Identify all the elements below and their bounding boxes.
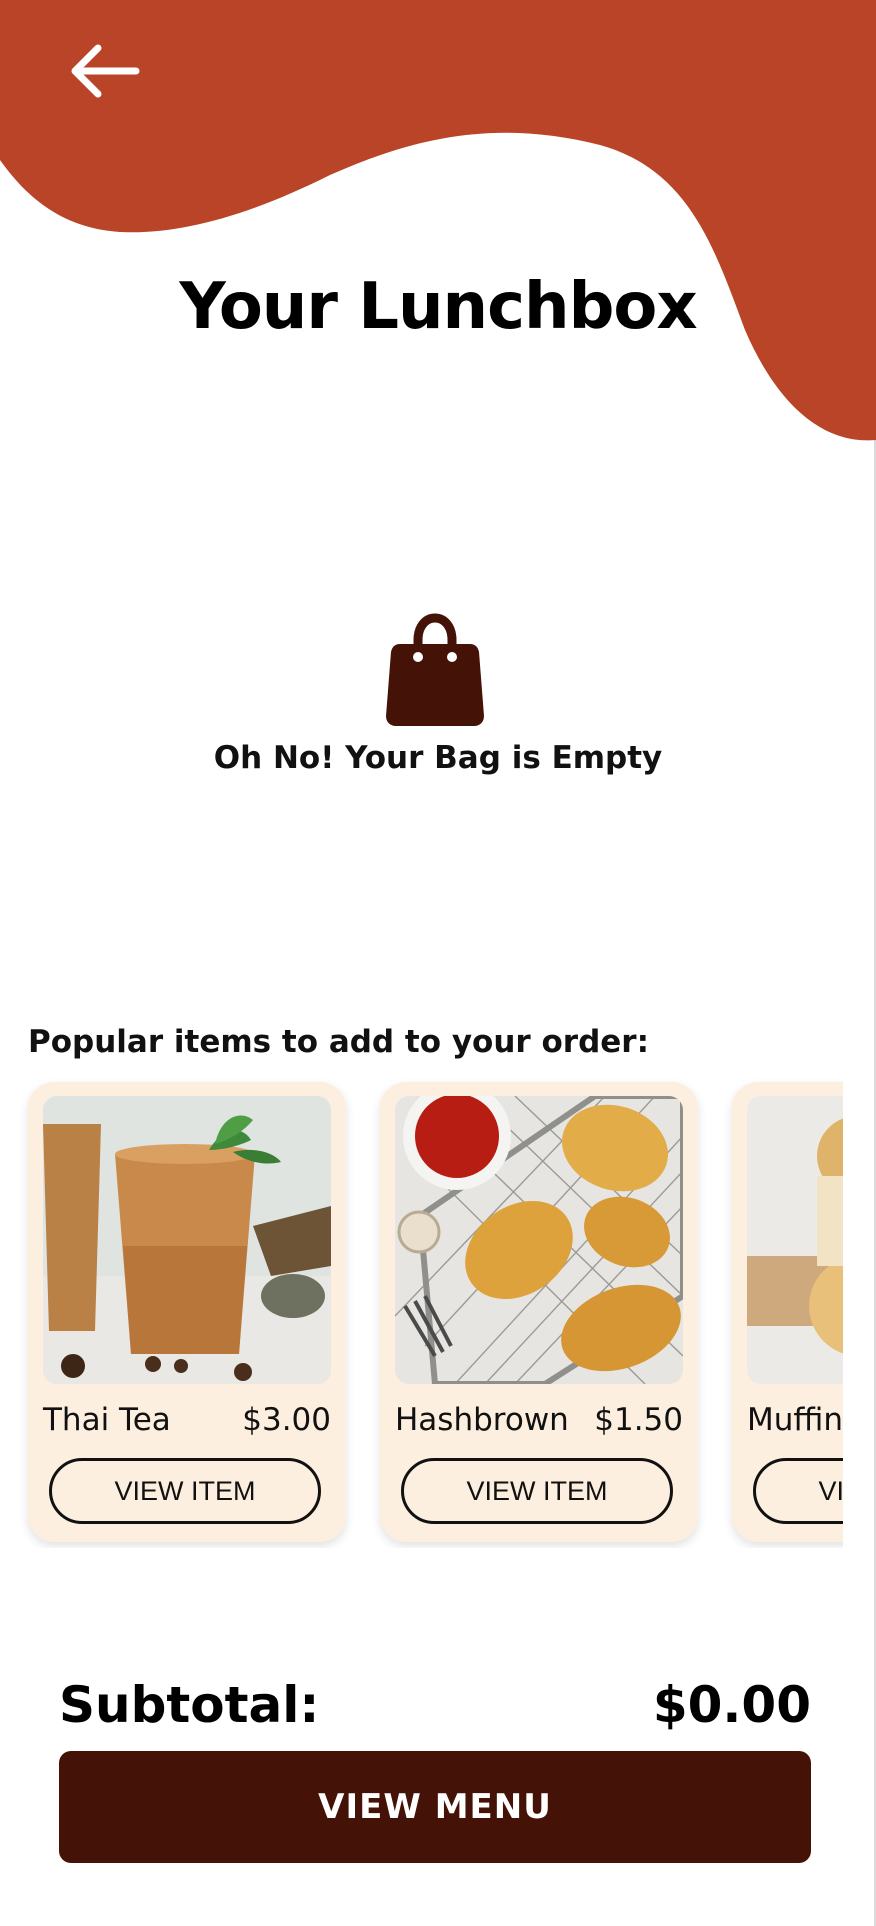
muffin-image — [747, 1096, 843, 1384]
subtotal-label: Subtotal: — [59, 1676, 320, 1734]
shopping-bag-icon — [386, 613, 484, 726]
view-menu-button[interactable]: VIEW MENU — [59, 1751, 811, 1863]
view-item-button[interactable]: VIEW ITEM — [401, 1458, 673, 1524]
popular-items-carousel[interactable]: Thai Tea $3.00 VIEW ITEM Hashbrown $1.50… — [0, 1078, 843, 1548]
product-name: Muffin — [747, 1402, 843, 1438]
arrow-left-icon — [71, 44, 140, 98]
hashbrown-image — [395, 1096, 683, 1384]
product-name: Hashbrown — [395, 1402, 569, 1438]
product-card-muffin[interactable]: Muffin VIEW ITEM — [732, 1082, 843, 1542]
subtotal-value: $0.00 — [652, 1676, 811, 1734]
empty-bag-message: Oh No! Your Bag is Empty — [213, 740, 663, 776]
product-price: $1.50 — [594, 1402, 683, 1438]
product-price: $3.00 — [242, 1402, 331, 1438]
product-card-hashbrown[interactable]: Hashbrown $1.50 VIEW ITEM — [380, 1082, 698, 1542]
product-name: Thai Tea — [43, 1402, 171, 1438]
product-card-thai-tea[interactable]: Thai Tea $3.00 VIEW ITEM — [28, 1082, 346, 1542]
view-item-button[interactable]: VIEW ITEM — [753, 1458, 843, 1524]
back-button[interactable] — [62, 38, 148, 104]
thai-tea-image — [43, 1096, 331, 1384]
page-title: Your Lunchbox — [179, 270, 697, 344]
popular-items-heading: Popular items to add to your order: — [28, 1024, 649, 1060]
view-item-button[interactable]: VIEW ITEM — [49, 1458, 321, 1524]
